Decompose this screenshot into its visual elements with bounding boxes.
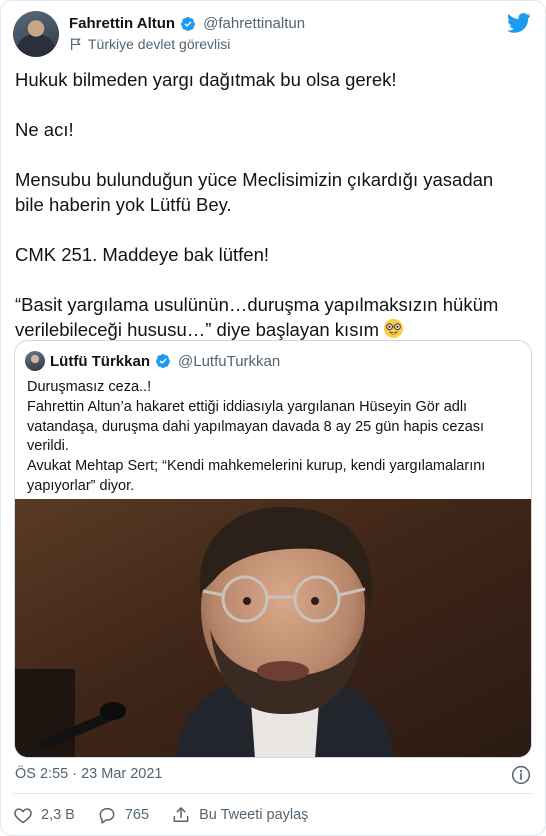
info-icon[interactable] bbox=[511, 765, 531, 785]
divider bbox=[13, 793, 533, 794]
government-label: Türkiye devlet görevlisi bbox=[69, 36, 230, 52]
tweet-body: Hukuk bilmeden yargı dağıtmak bu olsa ge… bbox=[15, 67, 533, 342]
quoted-author-handle: @LutfuTurkkan bbox=[178, 352, 281, 370]
quoted-line: Fahrettin Altun’a hakaret ettiği iddiası… bbox=[27, 398, 468, 415]
author-handle[interactable]: @fahrettinaltun bbox=[203, 15, 305, 32]
tweet-paragraph: Hukuk bilmeden yargı dağıtmak bu olsa ge… bbox=[15, 69, 397, 90]
quoted-line: Duruşmasız ceza..! bbox=[27, 379, 152, 395]
quoted-tweet[interactable]: Lütfü Türkkan @LutfuTurkkan Duruşmasız c… bbox=[14, 340, 532, 758]
quoted-author-avatar bbox=[25, 351, 45, 371]
heart-icon bbox=[14, 808, 32, 824]
tweet-header: Fahrettin Altun @fahrettinaltun Türkiye … bbox=[13, 11, 533, 57]
author-name-row: Fahrettin Altun @fahrettinaltun bbox=[69, 15, 305, 32]
tweet-actions: 2,3 B 765 Bu Tweeti paylaş bbox=[13, 805, 330, 825]
like-count: 2,3 B bbox=[41, 807, 75, 823]
verified-badge-icon bbox=[156, 354, 170, 368]
quoted-tweet-photo[interactable] bbox=[15, 499, 531, 757]
twitter-bird-icon[interactable] bbox=[507, 13, 531, 33]
reply-bubble-icon bbox=[99, 808, 115, 824]
quoted-tweet-body: Duruşmasız ceza..! Fahrettin Altun’a hak… bbox=[27, 378, 523, 497]
tweet-paragraph: Ne acı! bbox=[15, 119, 74, 140]
share-label: Bu Tweeti paylaş bbox=[199, 807, 309, 823]
author-avatar[interactable] bbox=[13, 11, 59, 57]
quoted-author-name: Lütfü Türkkan bbox=[50, 352, 150, 370]
tweet-paragraph: CMK 251. Maddeye bak lütfen! bbox=[15, 244, 270, 265]
tweet-timestamp[interactable]: ÖS 2:55 · 23 Mar 2021 bbox=[15, 766, 163, 782]
tweet-paragraph: Mensubu bulunduğun yüce Meclisimizin çık… bbox=[15, 169, 494, 190]
tweet-paragraph: “Basit yargılama usulünün…duruşma yapılm… bbox=[15, 294, 499, 315]
reply-count: 765 bbox=[124, 807, 150, 823]
tweet-card: Fahrettin Altun @fahrettinaltun Türkiye … bbox=[0, 0, 546, 836]
quoted-tweet-header: Lütfü Türkkan @LutfuTurkkan bbox=[25, 351, 280, 371]
government-label-text[interactable]: Türkiye devlet görevlisi bbox=[88, 36, 230, 52]
quoted-line: Avukat Mehtap Sert; “Kendi mahkemelerini… bbox=[27, 458, 486, 475]
like-button[interactable]: 2,3 B bbox=[13, 805, 75, 825]
photo-man-with-glasses-image bbox=[15, 499, 531, 757]
share-icon bbox=[173, 807, 189, 822]
quoted-line: verildi. bbox=[27, 438, 69, 455]
author-name[interactable]: Fahrettin Altun bbox=[69, 15, 175, 32]
nerd-face-emoji-icon bbox=[383, 318, 404, 339]
reply-button[interactable]: 765 bbox=[97, 805, 149, 825]
share-button[interactable]: Bu Tweeti paylaş bbox=[171, 805, 308, 825]
quoted-line: yapıyorlar” diyor. bbox=[27, 477, 135, 494]
tweet-paragraph: bile haberin yok Lütfü Bey. bbox=[15, 194, 232, 215]
tweet-paragraph-text: verilebileceği hususu…” diye başlayan kı… bbox=[15, 319, 380, 340]
tweet-paragraph-last: verilebileceği hususu…” diye başlayan kı… bbox=[15, 317, 533, 342]
verified-badge-icon bbox=[181, 16, 196, 31]
quoted-line: vatandaşa, duruşma dahi yapılmayan davad… bbox=[27, 418, 485, 435]
flag-icon bbox=[71, 38, 81, 51]
